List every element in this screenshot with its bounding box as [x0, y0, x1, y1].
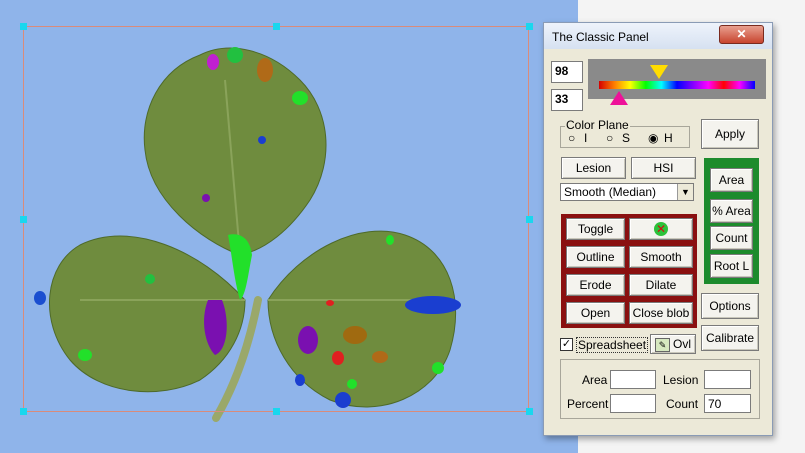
eyedropper-button[interactable]: ✕ [629, 218, 693, 240]
smooth-method-value: Smooth (Median) [564, 185, 657, 199]
eyedropper-icon: ✕ [654, 222, 668, 236]
root-length-button[interactable]: Root L [710, 254, 753, 278]
panel-title: The Classic Panel [552, 30, 649, 44]
dropdown-arrow-icon[interactable]: ▼ [677, 184, 693, 200]
lesion-button[interactable]: Lesion [561, 157, 626, 179]
smooth-button[interactable]: Smooth [629, 246, 693, 268]
count-button[interactable]: Count [710, 226, 753, 250]
resize-handle-right[interactable] [526, 216, 533, 223]
smooth-method-select[interactable]: Smooth (Median) ▼ [560, 183, 694, 201]
apply-button[interactable]: Apply [701, 119, 759, 149]
lesion-value-field[interactable] [704, 370, 751, 389]
dilate-button[interactable]: Dilate [629, 274, 693, 296]
overlay-label: Ovl [673, 337, 691, 351]
radio-selected-icon: ◉ [648, 131, 659, 145]
classic-panel-window: The Classic Panel ✕ 98 33 Color Plane ○ … [543, 22, 773, 436]
hue-upper-marker-icon[interactable] [650, 65, 668, 79]
hue-lower-marker-icon[interactable] [610, 91, 628, 105]
hsi-button[interactable]: HSI [631, 157, 696, 179]
overlay-tool-icon: ✎ [655, 338, 670, 352]
resize-handle-top-left[interactable] [20, 23, 27, 30]
area-button[interactable]: Area [710, 168, 753, 192]
options-button[interactable]: Options [701, 293, 759, 319]
resize-handle-bottom-right[interactable] [526, 408, 533, 415]
panel-title-bar[interactable]: The Classic Panel ✕ [544, 23, 772, 49]
checkbox-checked-icon: ✓ [560, 338, 573, 351]
open-button[interactable]: Open [566, 302, 625, 324]
count-label: Count [666, 397, 699, 411]
area-value-field[interactable] [610, 370, 656, 389]
resize-handle-left[interactable] [20, 216, 27, 223]
toggle-button[interactable]: Toggle [566, 218, 625, 240]
resize-handle-bottom-left[interactable] [20, 408, 27, 415]
hue-lower-value-field[interactable]: 33 [551, 89, 583, 111]
color-plane-label: Color Plane [565, 118, 630, 132]
lesion-label: Lesion [663, 373, 699, 387]
hue-upper-value-field[interactable]: 98 [551, 61, 583, 83]
area-label: Area [582, 373, 608, 387]
resize-handle-top[interactable] [273, 23, 280, 30]
close-button[interactable]: ✕ [719, 25, 764, 44]
count-value-field[interactable]: 70 [704, 394, 751, 413]
radio-h-label: H [664, 131, 673, 145]
erode-button[interactable]: Erode [566, 274, 625, 296]
spreadsheet-label: Spreadsheet [576, 337, 649, 353]
radio-i-label: I [584, 131, 588, 145]
resize-handle-top-right[interactable] [526, 23, 533, 30]
spreadsheet-checkbox[interactable]: ✓ Spreadsheet [560, 337, 650, 353]
percent-label: Percent [567, 397, 609, 411]
calibrate-button[interactable]: Calibrate [701, 325, 759, 351]
resize-handle-bottom[interactable] [273, 408, 280, 415]
radio-s-label: S [622, 131, 631, 145]
radio-circle-icon: ○ [568, 131, 576, 145]
selection-rectangle[interactable] [23, 26, 529, 412]
image-canvas[interactable] [0, 0, 578, 453]
close-blob-button[interactable]: Close blob [629, 302, 693, 324]
radio-circle-icon: ○ [606, 131, 614, 145]
outline-button[interactable]: Outline [566, 246, 625, 268]
hue-spectrum-bar[interactable] [599, 81, 755, 89]
percent-area-button[interactable]: % Area [710, 199, 753, 223]
percent-value-field[interactable] [610, 394, 656, 413]
overlay-button[interactable]: ✎ Ovl [650, 334, 696, 354]
